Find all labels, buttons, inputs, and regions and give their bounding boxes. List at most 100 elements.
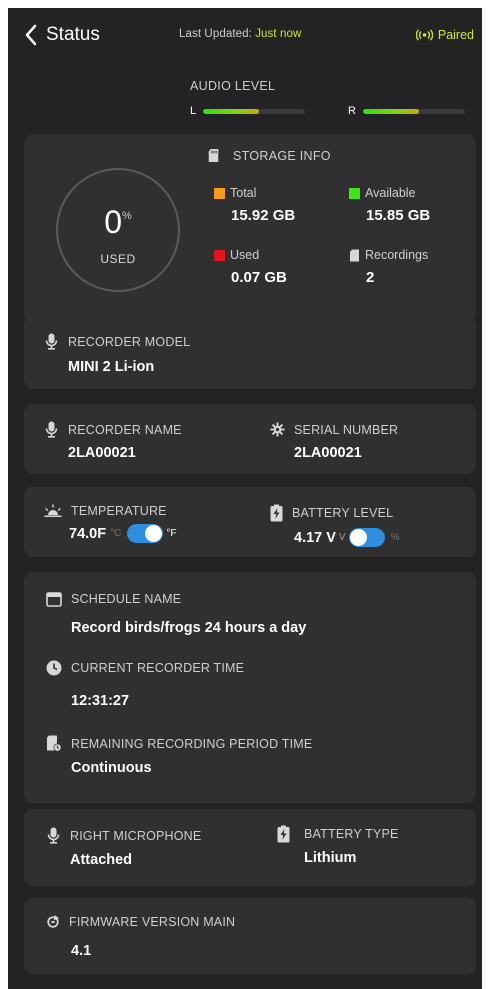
temperature-unit-toggle[interactable]: [127, 524, 164, 543]
toggle-knob: [145, 525, 163, 542]
status-screen: Status Last Updated: Just now Paired AUD…: [8, 8, 482, 989]
gear-icon: [270, 422, 285, 437]
back-button[interactable]: Status: [24, 24, 100, 46]
battery-type-value: Lithium: [304, 850, 357, 866]
remaining-time-field: REMAINING RECORDING PERIOD TIME Continuo…: [46, 735, 312, 776]
audio-track-right: [362, 108, 465, 114]
recordings-value: 2: [366, 269, 375, 286]
page-title: Status: [46, 24, 100, 45]
recorder-identity-card: RECORDER NAME 2LA00021 SERIAL NUMBER 2LA…: [24, 404, 476, 474]
firmware-value: 4.1: [71, 943, 92, 959]
sd-card-clock-icon: [47, 735, 62, 752]
audio-meter-right: R: [348, 105, 465, 117]
header: Status Last Updated: Just now Paired: [8, 8, 482, 62]
broadcast-icon: [415, 29, 433, 41]
last-updated-label: Last Updated:: [179, 28, 252, 40]
fahrenheit-unit-label: °F: [166, 528, 177, 539]
last-updated: Last Updated: Just now: [179, 28, 301, 40]
audio-channel-right-label: R: [348, 105, 356, 117]
recorder-name-label: RECORDER NAME: [68, 422, 182, 437]
battery-type-field: BATTERY TYPE Lithium: [277, 825, 399, 866]
storage-card: 0% USED STORAGE INFO Total 15.92 GB Avai…: [24, 134, 476, 322]
audio-level-title: AUDIO LEVEL: [190, 79, 276, 93]
used-label: Used: [230, 248, 260, 262]
microphone-icon: [45, 421, 58, 438]
battery-level-field: BATTERY LEVEL 4.17 V V %: [270, 504, 400, 547]
recorder-model-value: MINI 2 Li-ion: [68, 359, 155, 375]
remaining-time-value: Continuous: [71, 760, 152, 776]
audio-channel-left-label: L: [190, 105, 197, 117]
sync-icon: [47, 915, 60, 928]
microphone-field: RIGHT MICROPHONE Attached: [46, 827, 201, 868]
paired-label: Paired: [437, 28, 474, 42]
storage-available: Available 15.85 GB: [349, 186, 430, 224]
recordings-label: Recordings: [365, 248, 429, 262]
firmware-label: FIRMWARE VERSION MAIN: [69, 915, 236, 929]
recorder-name-value: 2LA00021: [68, 445, 136, 461]
total-value: 15.92 GB: [231, 207, 296, 224]
available-value: 15.85 GB: [366, 207, 431, 224]
sd-card-icon: [350, 249, 359, 261]
temperature-value: 74.0F: [69, 525, 107, 542]
firmware-field: FIRMWARE VERSION MAIN 4.1: [46, 915, 235, 959]
used-percent-value: 0: [104, 204, 122, 240]
microphone-icon: [47, 827, 60, 844]
microphone-label: RIGHT MICROPHONE: [70, 828, 202, 843]
battery-level-value: 4.17 V: [294, 529, 336, 546]
storage-recordings: Recordings 2: [349, 248, 428, 286]
microphone-value: Attached: [70, 852, 133, 868]
schedule-name-label: SCHEDULE NAME: [71, 592, 182, 606]
clock-icon: [46, 660, 62, 676]
storage-info-header: STORAGE INFO: [207, 148, 331, 163]
volt-unit-label: V: [338, 532, 346, 543]
chevron-left-icon: [25, 24, 37, 46]
temperature-label: TEMPERATURE: [71, 504, 167, 518]
total-color-swatch: [214, 187, 225, 199]
schedule-name-field: SCHEDULE NAME Record birds/frogs 24 hour…: [46, 591, 306, 636]
battery-icon: [270, 504, 283, 522]
serial-number-value: 2LA00021: [294, 445, 362, 461]
temperature-field: TEMPERATURE 74.0F °C °F: [44, 504, 176, 543]
battery-icon: [277, 825, 290, 843]
environment-card: TEMPERATURE 74.0F °C °F BATTERY LEVEL 4.…: [24, 487, 476, 557]
used-value: 0.07 GB: [231, 269, 287, 286]
percent-unit-label: %: [390, 532, 400, 543]
paired-status: Paired: [415, 28, 474, 42]
recorder-time-field: CURRENT RECORDER TIME 12:31:27: [46, 660, 244, 709]
recorder-time-value: 12:31:27: [71, 693, 130, 709]
storage-gauge: 0% USED: [56, 168, 180, 292]
serial-number-field: SERIAL NUMBER 2LA00021: [270, 421, 398, 461]
used-color-swatch: [214, 249, 225, 261]
recorder-model-label: RECORDER MODEL: [68, 334, 191, 349]
last-updated-value: Just now: [255, 28, 302, 40]
storage-used: Used 0.07 GB: [214, 248, 287, 286]
storage-total: Total 15.92 GB: [214, 186, 295, 224]
hardware-card: RIGHT MICROPHONE Attached BATTERY TYPE L…: [24, 809, 476, 886]
audio-fill-right: [362, 108, 420, 114]
sd-card-icon: [208, 149, 219, 162]
audio-meter-left: L: [190, 105, 306, 117]
schedule-name-value: Record birds/frogs 24 hours a day: [71, 620, 307, 636]
available-label: Available: [365, 186, 416, 200]
firmware-card: FIRMWARE VERSION MAIN 4.1: [24, 898, 476, 974]
microphone-icon: [45, 333, 58, 350]
celsius-unit-label: °C: [110, 528, 122, 539]
serial-number-label: SERIAL NUMBER: [294, 422, 399, 437]
storage-info-title: STORAGE INFO: [233, 148, 331, 163]
total-label: Total: [230, 186, 257, 200]
calendar-icon: [46, 592, 62, 607]
battery-level-label: BATTERY LEVEL: [292, 506, 394, 520]
toggle-knob: [349, 529, 367, 546]
sunrise-icon: [44, 504, 62, 517]
audio-track-left: [203, 108, 306, 114]
remaining-time-label: REMAINING RECORDING PERIOD TIME: [71, 736, 313, 751]
recorder-model-field: RECORDER MODEL MINI 2 Li-ion: [44, 333, 190, 375]
percent-symbol: %: [122, 210, 132, 222]
available-color-swatch: [349, 187, 360, 199]
battery-unit-toggle[interactable]: [348, 528, 385, 547]
recorder-time-label: CURRENT RECORDER TIME: [71, 661, 245, 675]
schedule-card: SCHEDULE NAME Record birds/frogs 24 hour…: [24, 572, 476, 803]
battery-type-label: BATTERY TYPE: [304, 827, 399, 841]
audio-fill-left: [203, 108, 260, 114]
used-caption: USED: [100, 252, 136, 266]
